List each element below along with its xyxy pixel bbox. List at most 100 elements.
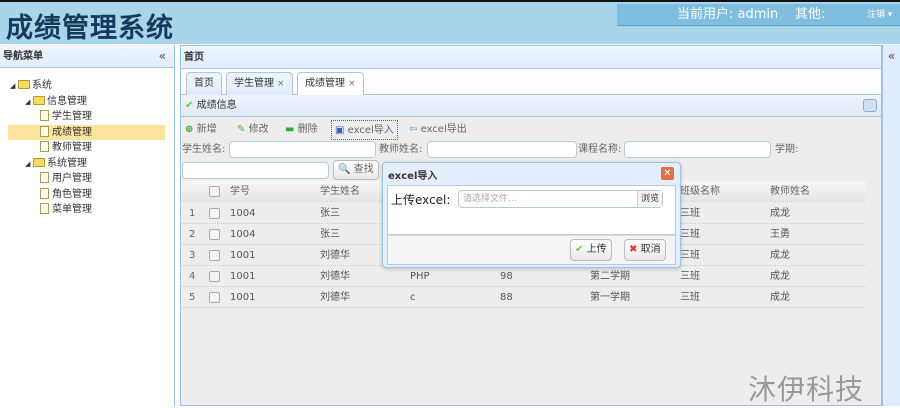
save-icon: ▣ (335, 125, 345, 136)
close-icon[interactable]: × (348, 79, 356, 89)
collapse-sidebar-button[interactable]: « (159, 45, 166, 68)
collapse-panel-button[interactable] (863, 99, 877, 112)
export-label: excel导出 (420, 124, 467, 135)
row-checkbox[interactable] (209, 250, 220, 261)
cell-teacher: 成龙 (770, 250, 790, 261)
tab-score[interactable]: 成绩管理 × (297, 72, 364, 96)
excel-import-button[interactable]: ▣ excel导入 (331, 120, 398, 140)
nav-item[interactable]: 用户管理 (0, 171, 174, 187)
excel-import-dialog: excel导入 ✕ 上传excel: 请选择文件... 浏览 ✔ 上传 ✖ 取消 (382, 162, 681, 268)
column-header[interactable]: 学号 (230, 181, 250, 202)
folder-icon (33, 95, 45, 105)
nav-item[interactable]: ◢ 信息管理 (0, 94, 174, 110)
search-icon: 🔍 (338, 164, 351, 175)
tab-student[interactable]: 学生管理 × (226, 72, 293, 95)
cell-teacher: 王勇 (770, 229, 790, 240)
app-logo: 成绩管理系统 (6, 13, 174, 44)
sidebar-header: 导航菜单 « (0, 45, 174, 68)
tab-home[interactable]: 首页 (186, 72, 222, 95)
nav-item-label: 系统 (32, 80, 52, 91)
nav-item[interactable]: ◢ 系统管理 (0, 156, 174, 172)
row-checkbox[interactable] (209, 292, 220, 303)
nav-item[interactable]: 角色管理 (0, 187, 174, 203)
row-number: 4 (189, 271, 196, 282)
select-all-checkbox[interactable] (209, 186, 220, 197)
add-label: 新增 (196, 124, 217, 135)
logout-menu[interactable]: 注销 ▾ (867, 4, 892, 26)
excel-export-button[interactable]: ⇦ excel导出 (409, 120, 467, 140)
file-icon (40, 172, 49, 183)
nav-item[interactable]: 教师管理 (0, 140, 174, 156)
expand-triangle-icon[interactable]: ◢ (25, 157, 33, 173)
plus-icon: ⊕ (185, 124, 194, 135)
nav-item[interactable]: 菜单管理 (0, 202, 174, 218)
user-bar: 当前用户: admin 其他: 注销 ▾ (617, 4, 900, 26)
dialog-close-button[interactable]: ✕ (661, 167, 674, 180)
file-placeholder: 请选择文件... (463, 194, 517, 204)
folder-icon (18, 80, 30, 89)
upload-label: 上传 (586, 244, 607, 255)
cell-cls: 三班 (680, 271, 700, 282)
add-button[interactable]: ⊕ 新增 (185, 120, 217, 140)
cell-id: 1001 (230, 250, 256, 261)
nav-item[interactable]: ◢ 系统 (0, 78, 174, 94)
app-header: 成绩管理系统 当前用户: admin 其他: 注销 ▾ (0, 0, 900, 44)
nav-item[interactable]: 成绩管理 (8, 124, 165, 140)
row-checkbox[interactable] (209, 271, 220, 282)
student-name-input[interactable] (229, 141, 376, 158)
row-number: 2 (189, 229, 196, 240)
cell-id: 1001 (230, 271, 256, 282)
nav-item-label: 角色管理 (52, 188, 92, 200)
upload-label: 上传excel: (391, 193, 451, 207)
edit-button[interactable]: ✎ 修改 (237, 120, 269, 140)
cell-id: 1001 (230, 292, 256, 303)
expand-triangle-icon[interactable]: ◢ (25, 95, 33, 111)
tab-label: 首页 (194, 78, 214, 89)
course-name-input[interactable] (624, 141, 771, 158)
cell-name: 刘德华 (320, 292, 350, 303)
tab-label: 成绩管理 (305, 78, 345, 89)
column-header[interactable]: 教师姓名 (770, 181, 810, 202)
current-user: 当前用户: admin (677, 7, 779, 22)
cell-id: 1004 (230, 229, 256, 240)
table-row[interactable]: 4 1001 刘德华 PHP 98 第二学期 三班 成龙 (181, 266, 866, 287)
expand-right-button[interactable]: « (883, 49, 900, 63)
import-label: excel导入 (347, 125, 394, 136)
file-input[interactable]: 请选择文件... 浏览 (458, 190, 663, 208)
teacher-name-label: 教师姓名: (379, 144, 423, 155)
cancel-icon: ✖ (629, 244, 638, 255)
check-icon: ✔ (575, 244, 584, 255)
nav-item[interactable]: 学生管理 (0, 109, 174, 125)
column-header[interactable]: 学生姓名 (320, 181, 360, 202)
cell-score: 98 (500, 271, 513, 282)
table-row[interactable]: 5 1001 刘德华 c 88 第一学期 三班 成龙 (181, 287, 866, 308)
browse-button[interactable]: 浏览 (636, 191, 662, 207)
delete-label: 删除 (297, 124, 318, 135)
minus-icon: ▬ (285, 124, 295, 135)
teacher-name-input[interactable] (427, 141, 577, 158)
edit-label: 修改 (248, 124, 269, 135)
course-name-label: 课程名称: (578, 144, 622, 155)
cell-name: 刘德华 (320, 250, 350, 261)
delete-button[interactable]: ▬ 删除 (285, 120, 318, 140)
nav-item-label: 系统管理 (47, 157, 87, 169)
folder-icon (33, 157, 45, 167)
other-label: 其他: (795, 7, 826, 22)
nav-item-label: 菜单管理 (52, 204, 92, 215)
main-title: 首页 (184, 52, 204, 63)
semester-input[interactable] (182, 162, 329, 179)
main-header: 首页 (181, 46, 881, 69)
semester-label: 学期: (775, 144, 799, 155)
column-header[interactable]: 班级名称 (680, 181, 720, 202)
cell-teacher: 成龙 (770, 292, 790, 303)
search-button[interactable]: 🔍 查找 (333, 160, 379, 180)
row-checkbox[interactable] (209, 229, 220, 240)
arrow-left-icon: ⇦ (409, 124, 418, 135)
dialog-footer: ✔ 上传 ✖ 取消 (387, 235, 676, 265)
upload-button[interactable]: ✔ 上传 (570, 239, 612, 261)
expand-triangle-icon[interactable]: ◢ (10, 79, 18, 95)
nav-item-label: 信息管理 (47, 95, 87, 107)
close-icon[interactable]: × (277, 79, 285, 89)
row-checkbox[interactable] (209, 208, 220, 219)
cancel-button[interactable]: ✖ 取消 (624, 239, 666, 261)
